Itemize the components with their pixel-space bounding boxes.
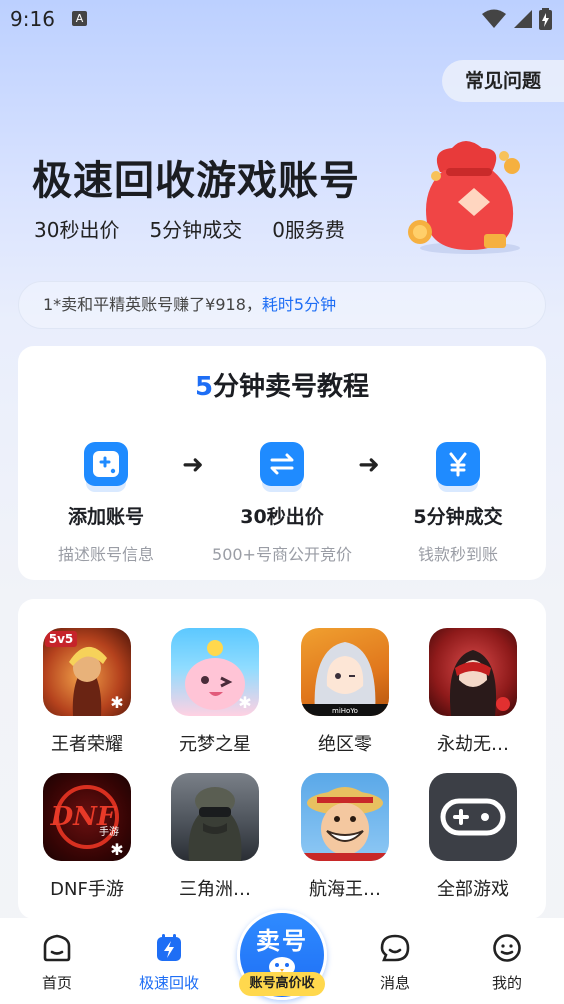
step-desc: 钱款秒到账 (417, 545, 498, 564)
sell-button-label: 卖号 (256, 927, 308, 955)
step-title: 30秒出价 (240, 506, 324, 528)
faq-button[interactable]: 常见问题 (442, 60, 564, 102)
game-icon-king-glory[interactable]: 5v5 ✱ (43, 628, 131, 716)
status-icons (481, 8, 552, 30)
game-badge: miHoYo (332, 707, 358, 715)
wifi-icon (482, 9, 506, 28)
svg-text:✱: ✱ (110, 693, 123, 712)
profile-icon (493, 934, 521, 962)
step-desc: 描述账号信息 (57, 545, 154, 564)
message-icon (380, 934, 410, 962)
battery-icon (539, 8, 552, 30)
tab-home[interactable]: 首页 (2, 932, 112, 993)
tutorial-title: 5分钟卖号教程 (18, 366, 546, 405)
gamepad-icon[interactable] (429, 773, 517, 861)
status-bar: 9:16 A (0, 0, 564, 38)
sell-badge: 账号高价收 (239, 972, 325, 996)
game-icon-zenless-zone-zero[interactable]: miHoYo (301, 628, 389, 716)
ticker-highlight: 耗时5分钟 (261, 295, 337, 314)
add-icon (84, 442, 128, 486)
tab-messages[interactable]: 消息 (340, 932, 450, 993)
game-name: 绝区零 (318, 734, 372, 755)
step-title: 5分钟成交 (413, 506, 503, 528)
tutorial-card: 5分钟卖号教程 添加账号 描述账号信息 ➜ 30秒出价 500+号商公开竞价 ➜… (18, 346, 546, 580)
game-name: 永劫无… (437, 734, 509, 755)
lightning-icon (157, 934, 181, 961)
game-icon-naraka[interactable] (429, 628, 517, 716)
game-badge: 手游 (99, 825, 119, 838)
feature-fee: 0服务费 (272, 218, 345, 242)
tab-label: 极速回收 (138, 974, 199, 992)
game-name: 元梦之星 (179, 734, 251, 755)
feature-deal-time: 5分钟成交 (149, 218, 243, 242)
game-name: 全部游戏 (437, 879, 509, 900)
tab-fast-recycle[interactable]: 极速回收 (114, 932, 224, 993)
tutorial-title-number: 5 (194, 372, 214, 402)
tab-profile[interactable]: 我的 (452, 932, 562, 993)
game-icon-delta-force[interactable] (171, 773, 259, 861)
game-badge: 5v5 (49, 632, 74, 646)
yen-icon (436, 442, 480, 486)
hero-title: 极速回收游戏账号 (32, 158, 360, 204)
tab-label: 消息 (379, 974, 410, 992)
signal-icon (514, 10, 532, 28)
step-quote: 30秒出价 500+号商公开竞价 (194, 442, 370, 565)
game-name: 航海王… (309, 879, 381, 900)
step-desc: 500+号商公开竞价 (212, 545, 352, 564)
step-title: 添加账号 (67, 506, 144, 528)
status-time: 9:16 (10, 7, 55, 31)
feature-quote-time: 30秒出价 (34, 218, 120, 242)
step-add-account: 添加账号 描述账号信息 (18, 442, 194, 565)
ticker-text: 1*卖和平精英账号赚了¥918， (43, 295, 262, 314)
game-icon-dnf-mobile[interactable]: DNF 手游 ✱ (43, 773, 131, 861)
game-icon-yuanmeng-star[interactable]: ✱ (171, 628, 259, 716)
svg-text:✱: ✱ (238, 693, 251, 712)
hero-features: 30秒出价 5分钟成交 0服务费 (34, 214, 345, 243)
game-name: 王者荣耀 (51, 734, 123, 755)
game-name: DNF手游 (50, 879, 124, 900)
notification-a-icon: A (72, 11, 87, 26)
game-item[interactable]: 永劫无… (409, 628, 537, 756)
home-icon (43, 934, 71, 962)
step-deal: 5分钟成交 钱款秒到账 (370, 442, 546, 565)
game-item[interactable]: 全部游戏 (409, 773, 537, 901)
money-bag-icon (408, 141, 520, 254)
game-item[interactable]: 航海王… (281, 773, 409, 901)
game-name: 三角洲… (179, 879, 251, 900)
game-icon-one-piece[interactable] (301, 773, 389, 861)
tab-label: 我的 (491, 974, 522, 992)
games-grid: 5v5 ✱ 王者荣耀 ✱ 元梦之星 miHoYo 绝区零 永劫无… DNF 手游 ✱ … (18, 599, 546, 919)
game-item[interactable]: 三角洲… (151, 773, 279, 901)
game-item[interactable]: DNF 手游 ✱ DNF手游 (23, 773, 151, 901)
tab-label: 首页 (41, 974, 72, 992)
game-item[interactable]: 5v5 ✱ 王者荣耀 (23, 628, 151, 756)
swap-icon (260, 442, 304, 486)
game-item[interactable]: miHoYo 绝区零 (281, 628, 409, 756)
game-item[interactable]: ✱ 元梦之星 (151, 628, 279, 756)
tutorial-title-text: 分钟卖号教程 (213, 372, 370, 402)
sale-ticker: 1*卖和平精英账号赚了¥918，耗时5分钟 (18, 281, 546, 329)
svg-text:✱: ✱ (110, 840, 123, 859)
